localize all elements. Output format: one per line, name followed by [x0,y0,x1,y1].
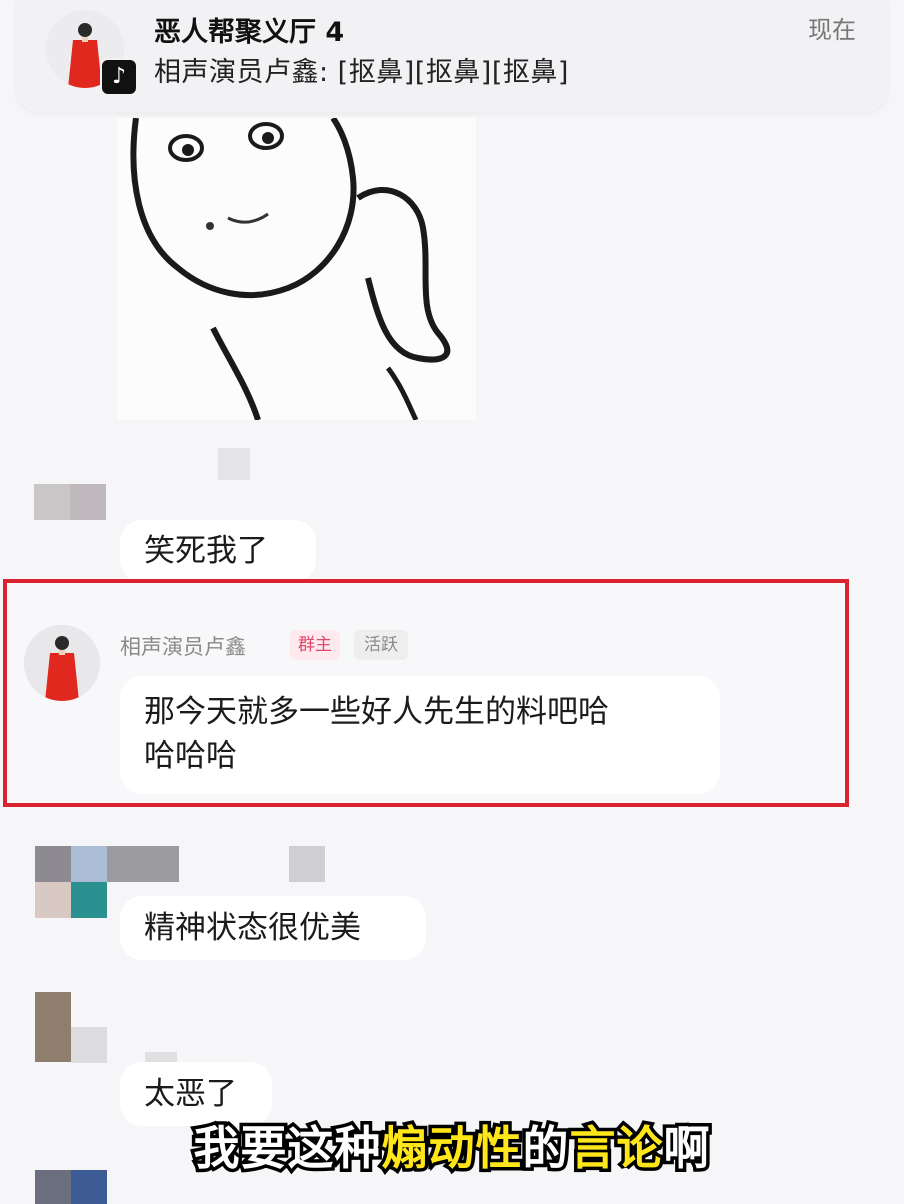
subtitle-emphasis: 言论 [566,1118,666,1179]
subtitle-emphasis: 煽动性 [378,1118,525,1179]
blurred-avatar [71,1027,107,1063]
blurred-avatar [34,484,70,520]
tiktok-icon: ♪ [100,58,138,96]
active-badge: 活跃 [354,630,408,660]
message-text: 笑死我了 [144,533,268,569]
blurred-avatar [35,882,71,918]
performer-figure-icon [24,625,100,701]
blurred-username [35,846,71,882]
message-text: 精神状态很优美 [144,910,361,946]
message-text: 哈哈哈 [144,738,237,774]
notification-title: 恶人帮聚义厅 4 [154,17,345,48]
blurred-avatar [71,882,107,918]
sender-avatar[interactable] [24,625,100,701]
message-bubble[interactable]: 精神状态很优美 [120,896,426,960]
blurred-username [71,846,107,882]
nose-picking-meme-icon [118,116,476,422]
sender-name[interactable]: 相声演员卢鑫 [120,631,246,661]
subtitle-part: 我要这种 [190,1118,384,1179]
video-subtitle: 我要这种煽动性的言论啊 [0,1112,904,1179]
notification-time: 现在 [808,16,856,44]
message-text: 太恶了 [144,1076,237,1112]
message-bubble[interactable]: 那今天就多一些好人先生的料吧哈 哈哈哈 [120,676,720,794]
blurred-avatar [35,992,71,1062]
blurred-username [145,1052,177,1062]
blurred-username [218,448,250,480]
blurred-avatar [70,484,106,520]
message-bubble[interactable]: 笑死我了 [120,520,316,582]
meme-sticker-image[interactable] [118,116,476,422]
notification-banner[interactable]: ♪ 恶人帮聚义厅 4 相声演员卢鑫: [抠鼻][抠鼻][抠鼻] 现在 [16,0,888,112]
blurred-username [289,846,325,882]
group-owner-badge: 群主 [290,630,340,660]
message-text: 那今天就多一些好人先生的料吧哈 [144,694,609,730]
blurred-username [107,846,179,882]
notification-body: 相声演员卢鑫: [抠鼻][抠鼻][抠鼻] [154,57,569,88]
subtitle-part: 的 [519,1118,572,1179]
subtitle-part: 啊 [660,1118,713,1179]
